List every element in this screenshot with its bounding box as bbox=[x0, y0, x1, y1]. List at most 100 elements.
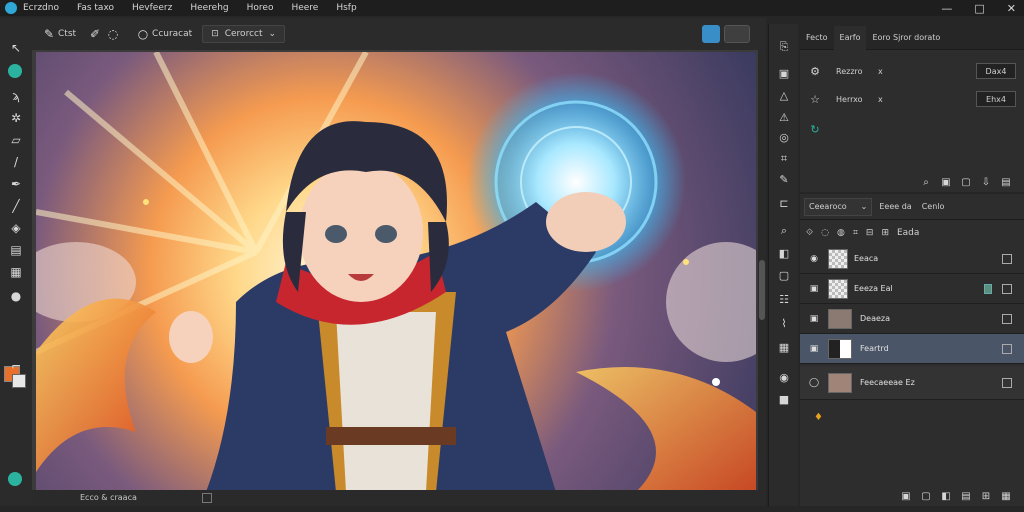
layer-row-selected[interactable]: ▣ Feartrd bbox=[800, 334, 1024, 364]
pen-icon[interactable]: ✒ bbox=[8, 176, 24, 192]
filter-kind-icon[interactable]: ⟐ bbox=[806, 228, 813, 238]
preset-select[interactable]: ⊡ Cerorcct ⌄ bbox=[202, 25, 286, 43]
menu-item-5[interactable]: Horeo bbox=[247, 3, 274, 13]
eraser-icon[interactable]: ▱ bbox=[8, 132, 24, 148]
layer-row[interactable]: ▣ Deaeza bbox=[800, 304, 1024, 334]
menu-item-7[interactable]: Hsfp bbox=[336, 3, 356, 13]
layer-row[interactable]: ▣ Eeeza Eal bbox=[800, 274, 1024, 304]
chevron-down-icon: ⌄ bbox=[268, 29, 277, 39]
tab-properties[interactable]: Fecto bbox=[800, 26, 834, 50]
property-value-field[interactable]: Dax4 bbox=[976, 63, 1016, 79]
filter-circle-icon[interactable]: ◌ bbox=[821, 228, 829, 238]
magic-wand-icon[interactable]: ✲ bbox=[8, 110, 24, 126]
tab-libraries[interactable]: Eoro Sjror dorato bbox=[866, 26, 946, 50]
fill-icon[interactable]: ◈ bbox=[8, 220, 24, 236]
eye-panel-icon[interactable]: ◉ bbox=[777, 370, 791, 384]
pencil-icon[interactable]: ✐ bbox=[86, 25, 104, 43]
eye-icon[interactable]: ◉ bbox=[806, 254, 822, 264]
blend-mode-select[interactable]: Ceearoco ⌄ bbox=[804, 197, 873, 216]
adjust-icon[interactable]: ◧ bbox=[777, 246, 791, 260]
status-bar: Ecco & craaca bbox=[32, 490, 766, 506]
scrollbar-thumb[interactable] bbox=[759, 260, 765, 320]
status-toggle[interactable] bbox=[202, 493, 212, 503]
property-value-field[interactable]: Ehx4 bbox=[976, 91, 1016, 107]
layer-tool-icon[interactable]: ▤ bbox=[8, 242, 24, 258]
minimize-button[interactable]: — bbox=[941, 2, 952, 15]
panel-icon-strip: ⎘ ▣ △ ⚠ ◎ ⌗ ✎ ⊏ ⌕ ◧ ▢ ☷ ⌇ ▦ ◉ ■ bbox=[768, 24, 798, 506]
delete-layer-icon[interactable]: ▦ bbox=[1000, 490, 1012, 502]
layer-row[interactable]: ◯ Feecaeeae Ez bbox=[800, 366, 1024, 400]
target-icon[interactable]: ◎ bbox=[777, 130, 791, 144]
layer-lock-checkbox[interactable] bbox=[1002, 253, 1012, 264]
move-tool-icon[interactable]: ↖ bbox=[8, 40, 24, 56]
menu-item-3[interactable]: Hevfeerz bbox=[132, 3, 172, 13]
menu-item-1[interactable]: Ecrzdno bbox=[23, 3, 59, 13]
filter-adjust-icon[interactable]: ◍ bbox=[837, 228, 845, 238]
shapes-icon[interactable]: ▣ bbox=[777, 66, 791, 80]
history-icon[interactable]: ⎘ bbox=[777, 40, 791, 54]
brush-settings-icon[interactable]: ✎ bbox=[777, 172, 791, 186]
transform-icon[interactable]: ▦ bbox=[8, 264, 24, 280]
property-row: ⚙ Rezzro x Dax4 bbox=[800, 60, 1024, 82]
layer-lock-checkbox[interactable] bbox=[1002, 343, 1012, 354]
zoom-icon[interactable]: ⌕ bbox=[920, 176, 932, 188]
lasso-icon[interactable]: ◌ bbox=[104, 25, 122, 43]
layer-thumbnail bbox=[828, 338, 852, 359]
cloud-sync-button[interactable] bbox=[702, 25, 720, 43]
layer-name: Feartrd bbox=[860, 344, 889, 353]
layer-link-indicator[interactable] bbox=[984, 283, 992, 294]
paths-icon[interactable]: ⌇ bbox=[777, 316, 791, 330]
close-button[interactable]: ✕ bbox=[1007, 2, 1016, 15]
dot-tool-icon[interactable]: ● bbox=[8, 288, 24, 304]
menu-item-6[interactable]: Heere bbox=[291, 3, 318, 13]
delete-icon[interactable]: ▤ bbox=[1000, 176, 1012, 188]
frame-icon[interactable]: ⊏ bbox=[777, 196, 791, 210]
view-toggle-button[interactable] bbox=[724, 25, 750, 43]
color-picker-icon[interactable] bbox=[8, 64, 22, 78]
status-indicator-icon[interactable] bbox=[8, 472, 22, 486]
search-icon[interactable]: ⌕ bbox=[777, 224, 791, 238]
mask-icon[interactable]: ▢ bbox=[777, 268, 791, 282]
brush-icon[interactable]: / bbox=[8, 154, 24, 170]
maximize-button[interactable]: □ bbox=[974, 2, 984, 15]
brush-tool-icon[interactable]: ✎ bbox=[40, 25, 58, 43]
new-layer-icon[interactable]: ⊞ bbox=[980, 490, 992, 502]
menu-item-2[interactable]: Fas taxo bbox=[77, 3, 114, 13]
swatches-icon[interactable]: ▦ bbox=[777, 340, 791, 354]
filter-text-icon[interactable]: ⌗ bbox=[853, 228, 858, 238]
channels-icon[interactable]: ☷ bbox=[777, 292, 791, 306]
chevron-down-icon: ⌄ bbox=[860, 202, 868, 211]
filter-smart-icon[interactable]: ⊞ bbox=[881, 228, 889, 238]
add-mask-icon[interactable]: ◧ bbox=[940, 490, 952, 502]
swap-colors-icon[interactable]: ⌐ bbox=[8, 358, 24, 374]
artwork-canvas[interactable] bbox=[36, 52, 756, 492]
layer-lock-checkbox[interactable] bbox=[1002, 313, 1012, 324]
new-item-icon[interactable]: ▣ bbox=[940, 176, 952, 188]
menu-item-4[interactable]: Heerehg bbox=[190, 3, 228, 13]
export-icon[interactable]: ⇩ bbox=[980, 176, 992, 188]
layer-lock-checkbox[interactable] bbox=[1002, 283, 1012, 294]
lasso-tool-icon[interactable]: ϡ bbox=[8, 88, 24, 104]
property-row: ☆ Herrxo x Ehx4 bbox=[800, 88, 1024, 110]
tab-adjustments[interactable]: Earfo bbox=[833, 25, 867, 50]
triangle-icon[interactable]: △ bbox=[777, 88, 791, 102]
background-color-swatch[interactable] bbox=[12, 374, 26, 388]
filter-shape-icon[interactable]: ⊟ bbox=[866, 228, 874, 238]
layers-panel: Ceearoco ⌄ Eeee da Cenlo ⟐ ◌ ◍ ⌗ ⊟ ⊞ Ead… bbox=[800, 194, 1024, 506]
crop-icon[interactable]: ⌗ bbox=[777, 152, 791, 166]
warning-icon[interactable]: ⚠ bbox=[777, 110, 791, 124]
tab-channels[interactable]: Cenlo bbox=[919, 202, 948, 211]
refresh-icon[interactable]: ↻ bbox=[808, 122, 822, 136]
duplicate-icon[interactable]: ▢ bbox=[960, 176, 972, 188]
canvas-vertical-scrollbar[interactable] bbox=[758, 50, 766, 490]
canvas-area[interactable] bbox=[32, 50, 766, 496]
ellipse-icon[interactable]: ○ bbox=[134, 25, 152, 43]
smudge-icon[interactable]: ╱ bbox=[8, 198, 24, 214]
tab-layers[interactable]: Eeee da bbox=[876, 202, 914, 211]
layer-row[interactable]: ◉ Eeaca bbox=[800, 244, 1024, 274]
square-icon[interactable]: ■ bbox=[777, 392, 791, 406]
layer-style-icon[interactable]: ▢ bbox=[920, 490, 932, 502]
link-layers-icon[interactable]: ▣ bbox=[900, 490, 912, 502]
layer-lock-checkbox[interactable] bbox=[1002, 377, 1012, 388]
new-group-icon[interactable]: ▤ bbox=[960, 490, 972, 502]
